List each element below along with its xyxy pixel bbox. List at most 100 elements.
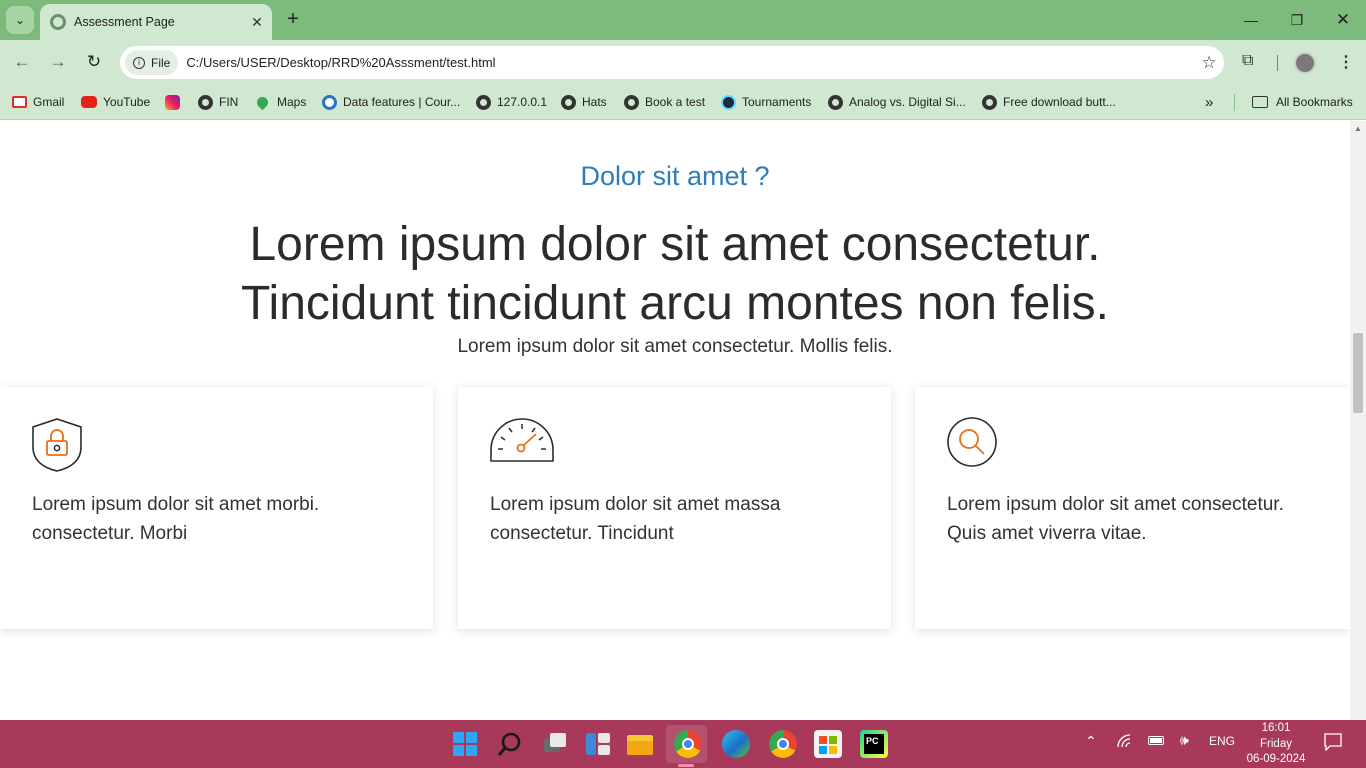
extensions-icon[interactable]: ⧉ — [1242, 52, 1253, 70]
microsoft-store-icon[interactable] — [814, 730, 842, 758]
bookmark-hats[interactable]: Hats — [561, 93, 607, 111]
feature-card: Lorem ipsum dolor sit amet morbi. consec… — [0, 387, 433, 629]
tab-title: Assessment Page — [74, 15, 175, 29]
globe-icon — [561, 94, 576, 110]
show-hidden-icons-chevron-icon[interactable]: ⌃ — [1085, 733, 1097, 750]
clock-day: Friday — [1260, 737, 1292, 750]
toolbar-divider — [1277, 55, 1278, 71]
feature-card-line: consectetur. Tincidunt — [490, 523, 674, 544]
volume-icon[interactable]: 🕪 — [1180, 732, 1189, 749]
feature-card-text: Lorem ipsum dolor sit amet massa consect… — [490, 490, 870, 548]
chrome-profile-icon[interactable] — [769, 730, 797, 758]
battery-icon[interactable] — [1148, 734, 1164, 745]
bookmark-gmail[interactable]: Gmail — [12, 93, 64, 111]
bookmark-free-download[interactable]: Free download butt... — [982, 93, 1116, 111]
bookmark-label: Tournaments — [742, 95, 812, 109]
bookmark-label: Free download butt... — [1003, 95, 1116, 109]
restore-button[interactable]: ❐ — [1282, 8, 1312, 32]
bookmark-instagram[interactable] — [165, 93, 186, 111]
bookmark-localhost[interactable]: 127.0.0.1 — [476, 93, 547, 111]
page-scrollbar[interactable]: ▲ — [1350, 121, 1366, 720]
globe-icon — [50, 14, 66, 30]
clock-time: 16:01 — [1261, 722, 1291, 734]
globe-icon — [198, 94, 213, 110]
feature-card: Lorem ipsum dolor sit amet consectetur. … — [915, 387, 1350, 629]
browser-toolbar: ← → ↻ i File C:/Users/USER/Desktop/RRD%2… — [0, 40, 1366, 85]
bookmark-fin[interactable]: FIN — [198, 93, 238, 111]
windows-taskbar: PC ⌃ 🕪 ENG 16:01 Friday 06-09-2024 — [0, 720, 1366, 768]
reload-button[interactable]: ↻ — [82, 50, 106, 74]
bookmark-label: Hats — [582, 95, 607, 109]
forward-button[interactable]: → — [46, 50, 70, 74]
language-indicator[interactable]: ENG — [1209, 734, 1235, 748]
section-headline: Lorem ipsum dolor sit amet consectetur. … — [0, 215, 1350, 333]
search-icon[interactable] — [496, 730, 524, 758]
feature-card-text: Lorem ipsum dolor sit amet morbi. consec… — [32, 490, 412, 548]
browser-tab-bar: ⌄ Assessment Page ✕ + — ❐ ✕ — [0, 0, 1366, 40]
task-view-icon[interactable] — [540, 730, 568, 758]
magnifier-icon — [947, 417, 999, 474]
feature-card-text: Lorem ipsum dolor sit amet consectetur. … — [947, 490, 1327, 548]
taskbar-clock[interactable]: 16:01 Friday 06-09-2024 — [1240, 721, 1312, 768]
feature-card-line: Lorem ipsum dolor sit amet massa — [490, 494, 781, 515]
youtube-icon — [81, 96, 97, 108]
url-text[interactable]: C:/Users/USER/Desktop/RRD%20Asssment/tes… — [186, 55, 1194, 70]
bookmark-data-features[interactable]: Data features | Cour... — [322, 93, 460, 111]
coursera-icon — [322, 94, 337, 110]
globe-icon — [624, 94, 639, 110]
scroll-up-arrow-icon[interactable]: ▲ — [1354, 124, 1362, 133]
wifi-icon[interactable] — [1117, 734, 1133, 751]
globe-icon — [476, 94, 491, 110]
chrome-icon[interactable] — [674, 730, 702, 758]
bookmark-label: 127.0.0.1 — [497, 95, 548, 109]
headline-line-2: Tincidunt tincidunt arcu montes non feli… — [240, 277, 1109, 330]
new-tab-button[interactable]: + — [282, 8, 304, 32]
address-bar[interactable]: i File C:/Users/USER/Desktop/RRD%20Asssm… — [120, 46, 1224, 79]
profile-avatar[interactable] — [1294, 52, 1316, 74]
bookmark-label: FIN — [219, 95, 239, 109]
menu-kebab-icon[interactable]: ⋮ — [1338, 52, 1354, 72]
scrollbar-thumb[interactable] — [1353, 333, 1363, 413]
all-bookmarks-button[interactable]: All Bookmarks — [1252, 93, 1353, 111]
react-icon — [721, 94, 736, 110]
tab-close-icon[interactable]: ✕ — [246, 14, 268, 31]
gmail-icon — [12, 96, 27, 108]
bookmark-maps[interactable]: Maps — [254, 93, 307, 111]
edge-icon[interactable] — [722, 730, 750, 758]
bookmarks-bar: Gmail YouTube FIN Maps Data features | C… — [0, 85, 1366, 120]
globe-icon — [828, 94, 843, 110]
widgets-icon[interactable] — [584, 730, 612, 758]
bookmark-tournaments[interactable]: Tournaments — [721, 93, 811, 111]
maps-icon — [254, 94, 271, 110]
bookmark-label: Maps — [277, 95, 307, 109]
bookmark-book-a-test[interactable]: Book a test — [624, 93, 705, 111]
more-bookmarks-button[interactable]: » — [1205, 93, 1213, 111]
close-window-button[interactable]: ✕ — [1328, 8, 1358, 32]
bookmark-youtube[interactable]: YouTube — [81, 93, 150, 111]
file-explorer-icon[interactable] — [626, 730, 654, 758]
bookmark-label: Gmail — [33, 95, 65, 109]
site-info-chip[interactable]: i File — [125, 50, 179, 75]
minimize-button[interactable]: — — [1236, 8, 1266, 32]
clock-date: 06-09-2024 — [1246, 753, 1306, 765]
bookmark-analog-digital[interactable]: Analog vs. Digital Si... — [828, 93, 966, 111]
feature-card-line: consectetur. Morbi — [32, 523, 188, 544]
bookmark-label: YouTube — [103, 95, 151, 109]
notifications-icon[interactable] — [1324, 733, 1342, 754]
bookmark-label: Analog vs. Digital Si... — [849, 95, 966, 109]
tab-assessment-page[interactable]: Assessment Page ✕ — [40, 4, 272, 40]
active-app-indicator — [678, 764, 694, 767]
tab-search-button[interactable]: ⌄ — [6, 6, 34, 34]
windows-start-icon[interactable] — [451, 730, 479, 758]
pycharm-icon[interactable]: PC — [860, 730, 888, 758]
all-bookmarks-label: All Bookmarks — [1276, 95, 1353, 109]
back-button[interactable]: ← — [10, 50, 34, 74]
site-info-label: File — [151, 55, 171, 70]
section-eyebrow: Dolor sit amet ? — [580, 161, 770, 191]
feature-card-line: Lorem ipsum dolor sit amet morbi. — [32, 494, 320, 515]
bookmark-star-icon[interactable]: ☆ — [1194, 53, 1224, 73]
bookmark-label: Book a test — [645, 95, 706, 109]
feature-card: Lorem ipsum dolor sit amet massa consect… — [458, 387, 891, 629]
speedometer-icon — [490, 417, 554, 468]
instagram-icon — [165, 94, 180, 110]
